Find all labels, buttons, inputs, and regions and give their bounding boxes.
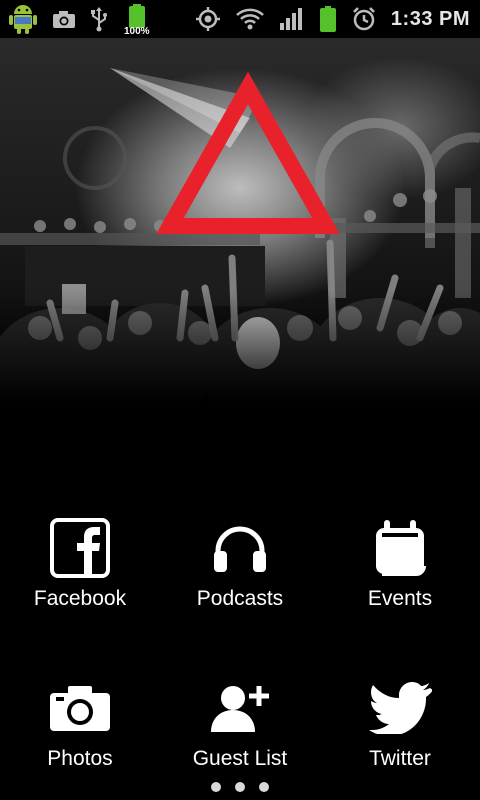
menu-item-events[interactable]: Events (320, 515, 480, 611)
wifi-icon (236, 8, 264, 30)
usb-icon (91, 7, 107, 32)
camera-icon (53, 11, 75, 28)
battery-percent: 100% (124, 26, 150, 37)
battery-icon (319, 6, 336, 32)
menu-item-label: Photos (47, 747, 113, 770)
menu-item-twitter[interactable]: Twitter (320, 675, 480, 771)
gps-icon (195, 7, 220, 31)
battery-status: 100% (122, 3, 156, 37)
menu-item-photos[interactable]: Photos (0, 675, 160, 771)
clock: 1:33 PM (390, 7, 470, 30)
menu-item-label: Events (367, 587, 433, 610)
facebook-icon (50, 518, 110, 578)
status-bar: 100% 1:33 PM (0, 0, 480, 38)
headphones-icon (214, 526, 266, 572)
hero-image (0, 38, 480, 410)
page-dot[interactable] (235, 782, 245, 792)
signal-icon (279, 8, 302, 30)
twitter-icon (369, 682, 432, 734)
menu-item-podcasts[interactable]: Podcasts (160, 515, 320, 611)
menu-item-label: Podcasts (196, 587, 284, 610)
alarm-icon (353, 7, 375, 31)
menu-item-facebook[interactable]: Facebook (0, 515, 160, 611)
hero-fade (0, 290, 480, 410)
page-indicator (0, 782, 480, 792)
add-user-icon (211, 686, 269, 732)
menu-item-label: Guest List (192, 747, 288, 770)
android-icon (9, 5, 37, 34)
menu-item-label: Facebook (33, 587, 127, 610)
calendar-icon (376, 520, 426, 576)
page-dot[interactable] (259, 782, 269, 792)
page-dot[interactable] (211, 782, 221, 792)
menu-item-guest-list[interactable]: Guest List (160, 675, 320, 771)
camera-icon (50, 686, 110, 731)
menu-item-label: Twitter (369, 747, 431, 770)
